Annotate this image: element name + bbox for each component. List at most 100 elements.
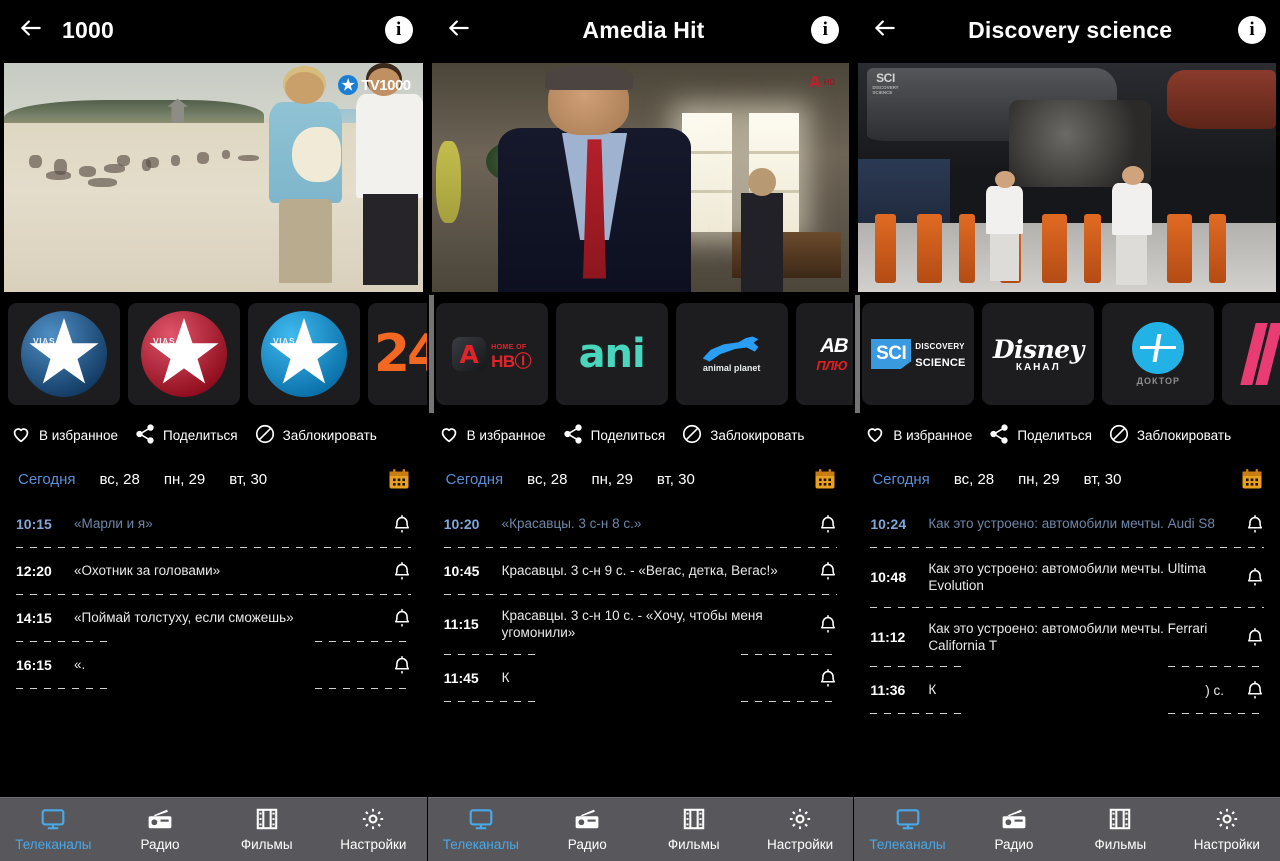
channel-logo-strip[interactable]: VIASAT VIASAT VIASAT 24 (0, 295, 427, 413)
nav-item-gear[interactable]: Настройки (320, 806, 427, 852)
bottom-navigation-bar: Телеканалы Радио Фильмы Настройки (854, 797, 1280, 861)
vertical-scrollbar[interactable] (855, 295, 861, 413)
bell-icon[interactable] (817, 667, 839, 689)
program-row[interactable]: 11:15 Красавцы. 3 с-н 10 с. - «Хочу, чтоб… (428, 595, 854, 654)
date-tab[interactable]: пн, 29 (164, 471, 219, 488)
action-share[interactable]: Поделиться (134, 423, 238, 448)
video-player[interactable]: SCI DISCOVERY SCIENCE (854, 60, 1280, 295)
bottom-navigation-bar: Телеканалы Радио Фильмы Настройки (427, 797, 854, 861)
channel-tile[interactable]: 24 (368, 303, 427, 405)
bell-icon[interactable] (1244, 679, 1266, 701)
channel-tile[interactable]: animal planet (675, 303, 788, 405)
action-block[interactable]: Заблокировать (681, 423, 804, 448)
channel-tile[interactable]: Disney КАНАЛ (982, 303, 1095, 405)
nav-item-radio[interactable]: Радио (534, 806, 640, 852)
calendar-icon[interactable] (1240, 467, 1264, 491)
action-share[interactable]: Поделиться (988, 423, 1092, 448)
channel-tile[interactable]: VIASAT (8, 303, 120, 405)
info-icon[interactable]: i (811, 16, 840, 44)
video-player[interactable]: TV1000 (0, 60, 427, 295)
program-title: Красавцы. 3 с-н 9 с. - «Вегас, детка, Ве… (501, 563, 778, 579)
amedia-hbo-logo: A HOME OF HBⒾ (452, 337, 532, 371)
nav-item-radio[interactable]: Радио (107, 806, 214, 852)
vertical-scrollbar[interactable] (428, 295, 434, 413)
date-tab[interactable]: вт, 30 (229, 471, 281, 488)
bell-icon[interactable] (1244, 566, 1266, 588)
program-row[interactable]: 11:12 Как это устроено: автомобили мечты.… (854, 608, 1280, 667)
info-icon[interactable]: i (384, 16, 413, 44)
program-row[interactable]: 12:20 «Охотник за головами» (0, 548, 427, 594)
channel-logo-strip[interactable]: A HOME OF HBⒾ ani animal planet АВ ПЛЮ (427, 295, 854, 413)
program-row[interactable]: 10:45 Красавцы. 3 с-н 9 с. - «Вегас, детк… (428, 548, 854, 594)
date-tab[interactable]: вс, 28 (954, 471, 1008, 488)
nav-item-radio[interactable]: Радио (961, 806, 1067, 852)
date-tab[interactable]: вт, 30 (657, 471, 709, 488)
channel-tile[interactable]: SCI DISCOVERY SCIENCE (862, 303, 975, 405)
nav-item-tv[interactable]: Телеканалы (0, 806, 107, 852)
nav-item-tv[interactable]: Телеканалы (428, 806, 534, 852)
program-time: 10:24 (870, 516, 907, 532)
nav-item-gear[interactable]: Настройки (1174, 806, 1280, 852)
bell-icon[interactable] (391, 607, 413, 629)
channel-tile[interactable]: ani (555, 303, 668, 405)
date-tab[interactable]: вс, 28 (100, 471, 154, 488)
bell-icon[interactable] (817, 513, 839, 535)
nav-item-gear[interactable]: Настройки (747, 806, 853, 852)
nav-item-label: Телеканалы (15, 837, 92, 853)
action-heart[interactable]: В избранное (438, 423, 546, 448)
date-tab[interactable]: вс, 28 (527, 471, 581, 488)
action-heart[interactable]: В избранное (864, 423, 972, 448)
back-button[interactable] (442, 13, 476, 47)
action-block[interactable]: Заблокировать (254, 423, 377, 448)
viasat-red-star-logo: VIASAT (141, 311, 227, 397)
calendar-icon[interactable] (813, 467, 837, 491)
channel-tile[interactable]: АВ ПЛЮ (795, 303, 854, 405)
nav-item-film[interactable]: Фильмы (1067, 806, 1173, 852)
program-row[interactable]: 10:48 Как это устроено: автомобили мечты.… (854, 548, 1280, 607)
program-row[interactable]: 10:24 Как это устроено: автомобили мечты.… (854, 501, 1280, 547)
info-icon[interactable]: i (1237, 16, 1266, 44)
program-row[interactable]: 10:20 «Красавцы. 3 с-н 8 с.» (428, 501, 854, 547)
program-list[interactable]: 10:20 «Красавцы. 3 с-н 8 с.» 10:45 Красавцы… (427, 501, 854, 797)
bell-icon[interactable] (817, 613, 839, 635)
channel-tile[interactable]: A HOME OF HBⒾ (435, 303, 548, 405)
nav-item-tv[interactable]: Телеканалы (854, 806, 960, 852)
date-tab[interactable]: пн, 29 (1018, 471, 1073, 488)
program-row[interactable]: 16:15 «. (0, 642, 427, 688)
channel-tile[interactable]: VIASAT (128, 303, 240, 405)
bell-icon[interactable] (391, 560, 413, 582)
channel-tile[interactable]: ДОКТОР (1102, 303, 1215, 405)
action-row: В избранное Поделиться Заблокировать (854, 413, 1280, 457)
program-row[interactable]: 11:36 К) с. (854, 667, 1280, 713)
channel-tile[interactable]: VIASAT (248, 303, 360, 405)
action-label: Поделиться (1017, 427, 1092, 443)
nav-item-film[interactable]: Фильмы (641, 806, 747, 852)
program-row[interactable]: 11:45 К (428, 655, 854, 701)
bell-icon[interactable] (1244, 626, 1266, 648)
channel-logo-strip[interactable]: SCI DISCOVERY SCIENCE Disney КАНАЛ ДОКТОР (854, 295, 1280, 413)
program-row[interactable]: 10:15 «Марли и я» (0, 501, 427, 547)
bell-icon[interactable] (1244, 513, 1266, 535)
bell-icon[interactable] (817, 560, 839, 582)
date-tab[interactable]: Сегодня (446, 471, 518, 488)
page-title: 1000 (62, 16, 114, 43)
bell-icon[interactable] (391, 654, 413, 676)
program-list[interactable]: 10:24 Как это устроено: автомобили мечты.… (854, 501, 1280, 797)
action-block[interactable]: Заблокировать (1108, 423, 1231, 448)
back-button[interactable] (868, 13, 902, 47)
date-tab[interactable]: вт, 30 (1084, 471, 1136, 488)
bell-icon[interactable] (391, 513, 413, 535)
nav-item-film[interactable]: Фильмы (213, 806, 320, 852)
date-tab[interactable]: пн, 29 (591, 471, 646, 488)
program-row[interactable]: 14:15 «Поймай толстуху, если сможешь» (0, 595, 427, 641)
date-tab[interactable]: Сегодня (18, 471, 90, 488)
program-list[interactable]: 10:15 «Марли и я» 12:20 «Охотник за головам… (0, 501, 427, 797)
channel-tile[interactable] (1222, 303, 1280, 405)
page-title: Amedia Hit (582, 16, 705, 43)
video-player[interactable]: A HD (427, 60, 854, 295)
action-share[interactable]: Поделиться (562, 423, 665, 448)
calendar-icon[interactable] (387, 467, 411, 491)
action-heart[interactable]: В избранное (10, 423, 118, 448)
back-button[interactable] (14, 13, 48, 47)
date-tab[interactable]: Сегодня (872, 471, 944, 488)
